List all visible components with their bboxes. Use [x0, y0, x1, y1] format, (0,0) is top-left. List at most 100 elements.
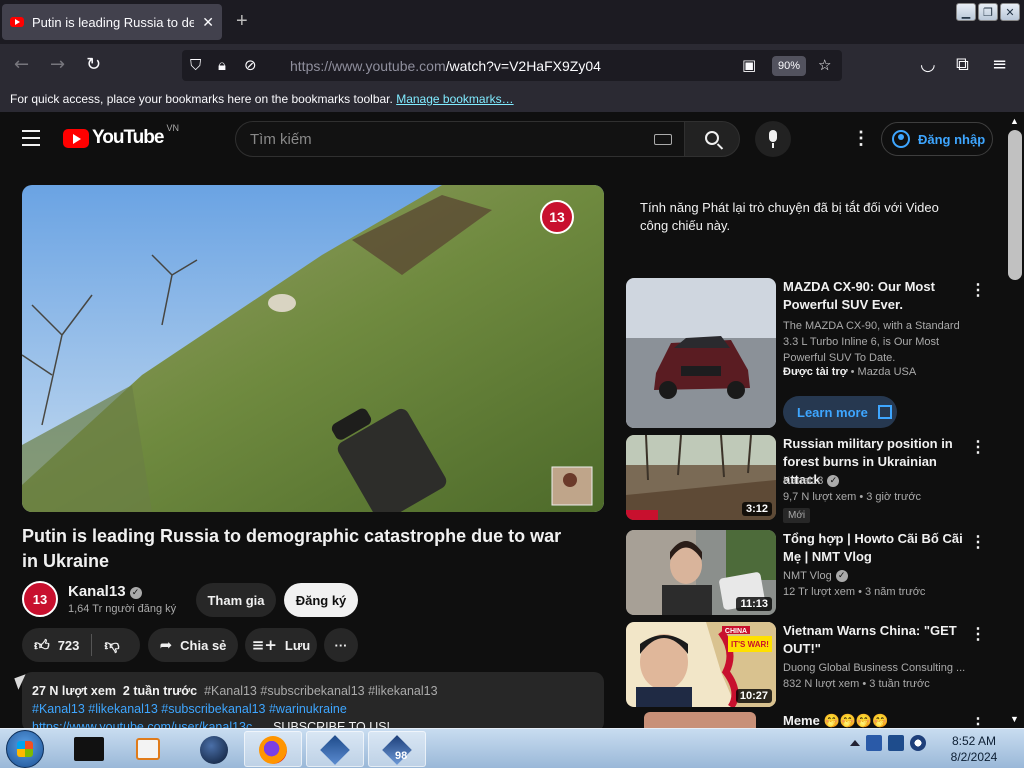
pocket-icon[interactable]: ◡	[920, 54, 936, 75]
channel-name[interactable]: Kanal13 ✓	[68, 583, 142, 600]
video-channel[interactable]: NMT Vlog ✓	[783, 570, 848, 582]
taskbar-app-virtualbox[interactable]	[306, 731, 364, 767]
video-title-link[interactable]: Tổng hợp | Howto Cãi Bố Cãi Mẹ | NMT Vlo…	[783, 530, 973, 566]
taskbar-app-globe[interactable]	[184, 731, 242, 767]
dislike-icon[interactable]: 👎︎	[104, 636, 119, 655]
video-thumbnail[interactable]: CHINA IT'S WAR! 10:27	[626, 622, 776, 707]
video-thumbnail[interactable]: 11:13	[626, 530, 776, 615]
page-scrollbar[interactable]: ▲ ▼	[1006, 112, 1024, 728]
verified-check-icon: ✓	[827, 475, 840, 487]
hamburger-menu-icon[interactable]	[22, 130, 40, 151]
scroll-down-arrow[interactable]: ▼	[1010, 714, 1019, 724]
app-menu-icon[interactable]: ≡	[992, 54, 1007, 75]
share-label: Chia sẻ	[180, 637, 227, 653]
subscriber-count: 1,64 Tr người đăng ký	[68, 603, 177, 615]
scrollbar-thumb[interactable]	[1008, 130, 1022, 280]
search-icon	[705, 131, 719, 145]
video-duration: 10:27	[735, 689, 772, 703]
video-thumbnail[interactable]	[644, 712, 756, 728]
ad-thumbnail[interactable]	[626, 278, 776, 428]
new-tab-button[interactable]: +	[236, 10, 248, 33]
address-bar[interactable]: ⛉ 🔒︎ ⊘ https://www.youtube.com/watch?v=V…	[182, 50, 842, 81]
subscribe-button[interactable]: Đăng ký	[284, 583, 358, 617]
taskbar-app-media[interactable]	[120, 731, 178, 767]
zoom-level-badge[interactable]: 90%	[772, 56, 806, 76]
search-input[interactable]	[236, 122, 636, 156]
more-actions-button[interactable]: ···	[324, 628, 358, 662]
search-button[interactable]	[684, 121, 740, 157]
like-dislike-group: 👍︎ 723 👎︎	[22, 628, 140, 662]
permissions-icon[interactable]: ⊘	[244, 56, 257, 74]
extensions-icon[interactable]: ⧉	[956, 54, 969, 75]
video-thumbnail[interactable]: 3:12	[626, 435, 776, 520]
verified-check-icon: ✓	[129, 587, 142, 599]
ad-title[interactable]: MAZDA CX-90: Our Most Powerful SUV Ever.	[783, 278, 973, 314]
youtube-header: YouTube VN ⋮ Đăng nhập	[0, 112, 1006, 168]
browser-tab-active[interactable]: Putin is leading Russia to demographic c…	[2, 4, 222, 40]
recommended-video-item[interactable]: Meme 🤭🤭🤭🤭 ⋮	[626, 712, 1001, 728]
video-player[interactable]: 13	[22, 185, 604, 512]
settings-menu-icon[interactable]: ⋮	[852, 129, 870, 147]
video-menu-icon[interactable]: ⋮	[970, 714, 986, 728]
recommended-video-item[interactable]: 3:12 Russian military position in forest…	[626, 435, 1001, 523]
taskbar-app-98box[interactable]: 98	[368, 731, 426, 767]
hashtags-header[interactable]: #Kanal13 #subscribekanal13 #likekanal13	[204, 684, 438, 698]
bookmark-star-icon[interactable]: ☆	[818, 56, 831, 74]
tab-close-icon[interactable]: ✕	[202, 14, 214, 31]
reader-view-icon[interactable]: ▣	[742, 56, 756, 74]
minimize-button[interactable]: ▁	[956, 3, 976, 21]
start-button[interactable]	[6, 730, 44, 768]
video-title-link[interactable]: Vietnam Warns China: "GET OUT!"	[783, 622, 973, 658]
thumb-china-label: CHINA	[725, 628, 747, 635]
volume-icon[interactable]	[910, 735, 926, 751]
channel-avatar[interactable]: 13	[22, 581, 58, 617]
share-icon: ➦	[159, 636, 173, 654]
window-close-button[interactable]: ✕	[1000, 3, 1020, 21]
scroll-up-arrow[interactable]: ▲	[1010, 116, 1019, 126]
forward-arrow-icon[interactable]: →	[50, 54, 65, 75]
like-count[interactable]: 723	[58, 638, 80, 653]
video-description[interactable]: 27 N lượt xem 2 tuần trước #Kanal13 #sub…	[22, 672, 604, 732]
youtube-logo[interactable]: YouTube VN	[63, 123, 179, 149]
learn-more-button[interactable]: Learn more	[783, 396, 897, 428]
description-hashtags[interactable]: #Kanal13 #likekanal13 #subscribekanal13 …	[32, 700, 594, 718]
video-channel[interactable]: Kanal13 ✓	[783, 475, 840, 487]
like-icon[interactable]: 👍︎	[34, 636, 50, 655]
recommended-video-item[interactable]: CHINA IT'S WAR! 10:27 Vietnam Warns Chin…	[626, 622, 1001, 707]
chat-replay-disabled-note: Tính năng Phát lại trò chuyện đã bị tắt …	[640, 200, 939, 233]
recommended-video-item[interactable]: 11:13 Tổng hợp | Howto Cãi Bố Cãi Mẹ | N…	[626, 530, 1001, 615]
join-button[interactable]: Tham gia	[196, 583, 276, 617]
description-line-1: 27 N lượt xem 2 tuần trước #Kanal13 #sub…	[32, 682, 594, 700]
video-menu-icon[interactable]: ⋮	[970, 437, 986, 457]
sign-in-button[interactable]: Đăng nhập	[881, 122, 993, 156]
restore-button[interactable]: ❐	[978, 3, 998, 21]
back-arrow-icon[interactable]: ←	[14, 54, 29, 75]
window-controls: ▁ ❐ ✕	[956, 3, 1020, 21]
video-menu-icon[interactable]: ⋮	[970, 532, 986, 552]
voice-search-button[interactable]	[755, 121, 791, 157]
monitor-icon[interactable]	[888, 735, 904, 751]
reload-icon[interactable]: ↻	[86, 54, 101, 75]
taskbar-app-cmd[interactable]	[60, 731, 118, 767]
clock-time: 8:52 AM	[951, 734, 997, 748]
windows-taskbar: 98 8:52 AM 8/2/2024	[0, 728, 1024, 768]
ad-menu-icon[interactable]: ⋮	[970, 280, 986, 300]
taskbar-app-firefox[interactable]	[244, 731, 302, 767]
network-icon[interactable]	[866, 735, 882, 751]
url-text[interactable]: https://www.youtube.com/watch?v=V2HaFX9Z…	[290, 58, 601, 74]
lock-icon[interactable]: 🔒︎	[218, 56, 226, 74]
taskbar-clock[interactable]: 8:52 AM 8/2/2024	[944, 733, 1004, 765]
keyboard-icon[interactable]	[654, 134, 672, 145]
video-menu-icon[interactable]: ⋮	[970, 624, 986, 644]
save-button[interactable]: ≡+ Lưu	[245, 628, 317, 662]
video-title-link[interactable]: Meme 🤭🤭🤭🤭	[783, 712, 973, 728]
video-title: Putin is leading Russia to demographic c…	[22, 526, 562, 571]
tracking-shield-icon[interactable]: ⛉	[190, 56, 201, 74]
manage-bookmarks-link[interactable]: Manage bookmarks…	[396, 92, 513, 106]
sponsored-ad-item[interactable]: MAZDA CX-90: Our Most Powerful SUV Ever.…	[626, 278, 1001, 428]
tray-expand-icon[interactable]	[850, 740, 860, 746]
share-button[interactable]: ➦ Chia sẻ	[148, 628, 238, 662]
ad-description: The MAZDA CX-90, with a Standard 3.3 L T…	[783, 320, 960, 364]
video-channel-name[interactable]: Duong Global Business Consulting ...	[783, 662, 965, 674]
browser-tab-strip: Putin is leading Russia to demographic c…	[0, 0, 1024, 44]
